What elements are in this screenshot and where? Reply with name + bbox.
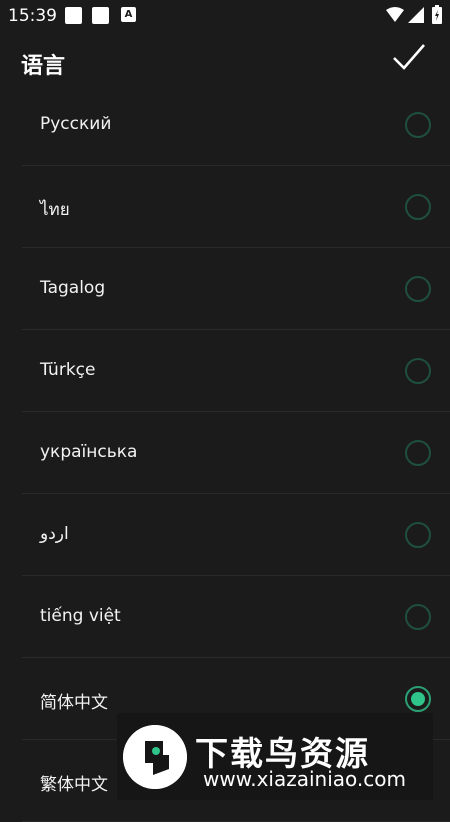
page-title: 语言 (21, 54, 66, 79)
language-row-thai[interactable]: ไทย (22, 166, 450, 248)
language-list: Русский ไทย Tagalog Türkçe українська ار… (22, 84, 450, 822)
language-row-ukrainian[interactable]: українська (22, 412, 450, 494)
confirm-check-icon[interactable] (392, 42, 426, 72)
app-bar: 语言 (0, 32, 450, 88)
language-label: tiếng việt (40, 606, 121, 626)
signal-icon (408, 7, 424, 23)
language-label: 繁体中文 (40, 775, 108, 795)
status-time: 15:39 (8, 6, 57, 26)
battery-icon (432, 5, 442, 24)
bird-logo-icon (123, 725, 187, 789)
watermark-url: www.xiazainiao.com (203, 767, 406, 791)
language-row-vietnamese[interactable]: tiếng việt (22, 576, 450, 658)
watermark-overlay: 下载鸟资源 www.xiazainiao.com (117, 713, 433, 800)
radio-button-selected[interactable] (405, 686, 431, 712)
language-row-turkish[interactable]: Türkçe (22, 330, 450, 412)
language-label: ไทย (40, 200, 70, 220)
language-label: 简体中文 (40, 693, 108, 713)
language-row-urdu[interactable]: اردو (22, 494, 450, 576)
radio-button[interactable] (405, 112, 431, 138)
radio-button[interactable] (405, 522, 431, 548)
language-label: Türkçe (40, 360, 96, 380)
radio-button[interactable] (405, 276, 431, 302)
wifi-icon (386, 7, 404, 22)
language-label: اردو (40, 524, 69, 544)
status-bar: 15:39 A (0, 0, 450, 32)
language-row-russian[interactable]: Русский (22, 84, 450, 166)
radio-button[interactable] (405, 604, 431, 630)
language-label: Tagalog (40, 278, 106, 298)
radio-button[interactable] (405, 440, 431, 466)
radio-button[interactable] (405, 358, 431, 384)
language-label: українська (40, 442, 138, 462)
notification-icon (92, 7, 109, 24)
radio-button[interactable] (405, 194, 431, 220)
notification-a-icon: A (121, 7, 136, 22)
language-row-tagalog[interactable]: Tagalog (22, 248, 450, 330)
notification-icon (65, 7, 82, 24)
language-label: Русский (40, 114, 112, 134)
